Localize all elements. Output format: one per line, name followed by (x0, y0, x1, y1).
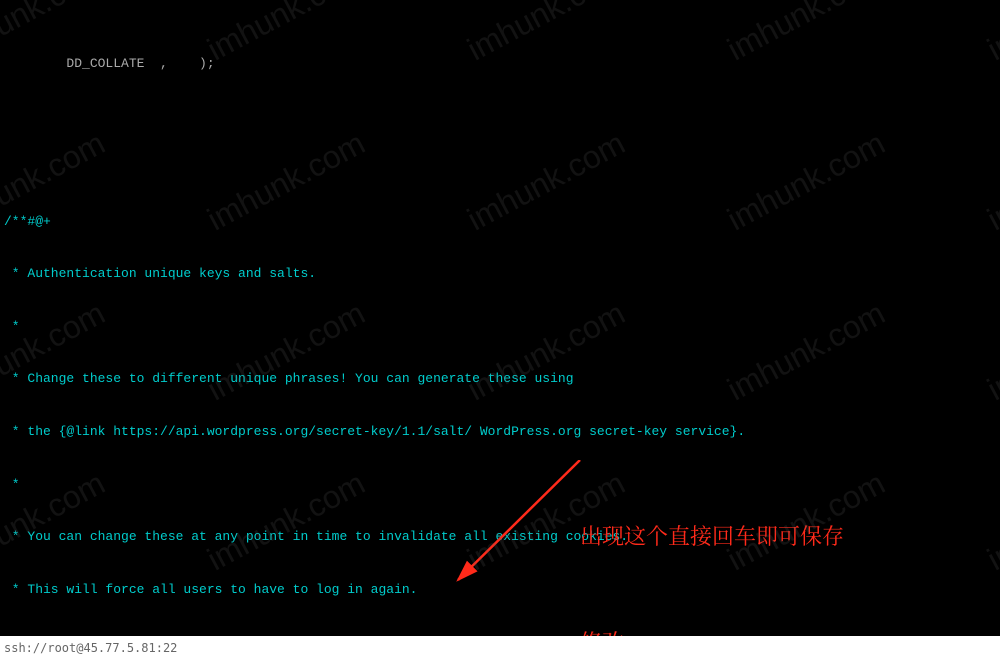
comment-block: /**#@+ * Authentication unique keys and … (4, 177, 996, 636)
terminal-editor[interactable]: DD_COLLATE , ); /**#@+ * Authentication … (0, 0, 1000, 636)
ssh-status-line: ssh://root@45.77.5.81:22 (0, 636, 1000, 656)
blank-line (4, 107, 996, 125)
code-line: DD_COLLATE , ); (4, 55, 996, 73)
